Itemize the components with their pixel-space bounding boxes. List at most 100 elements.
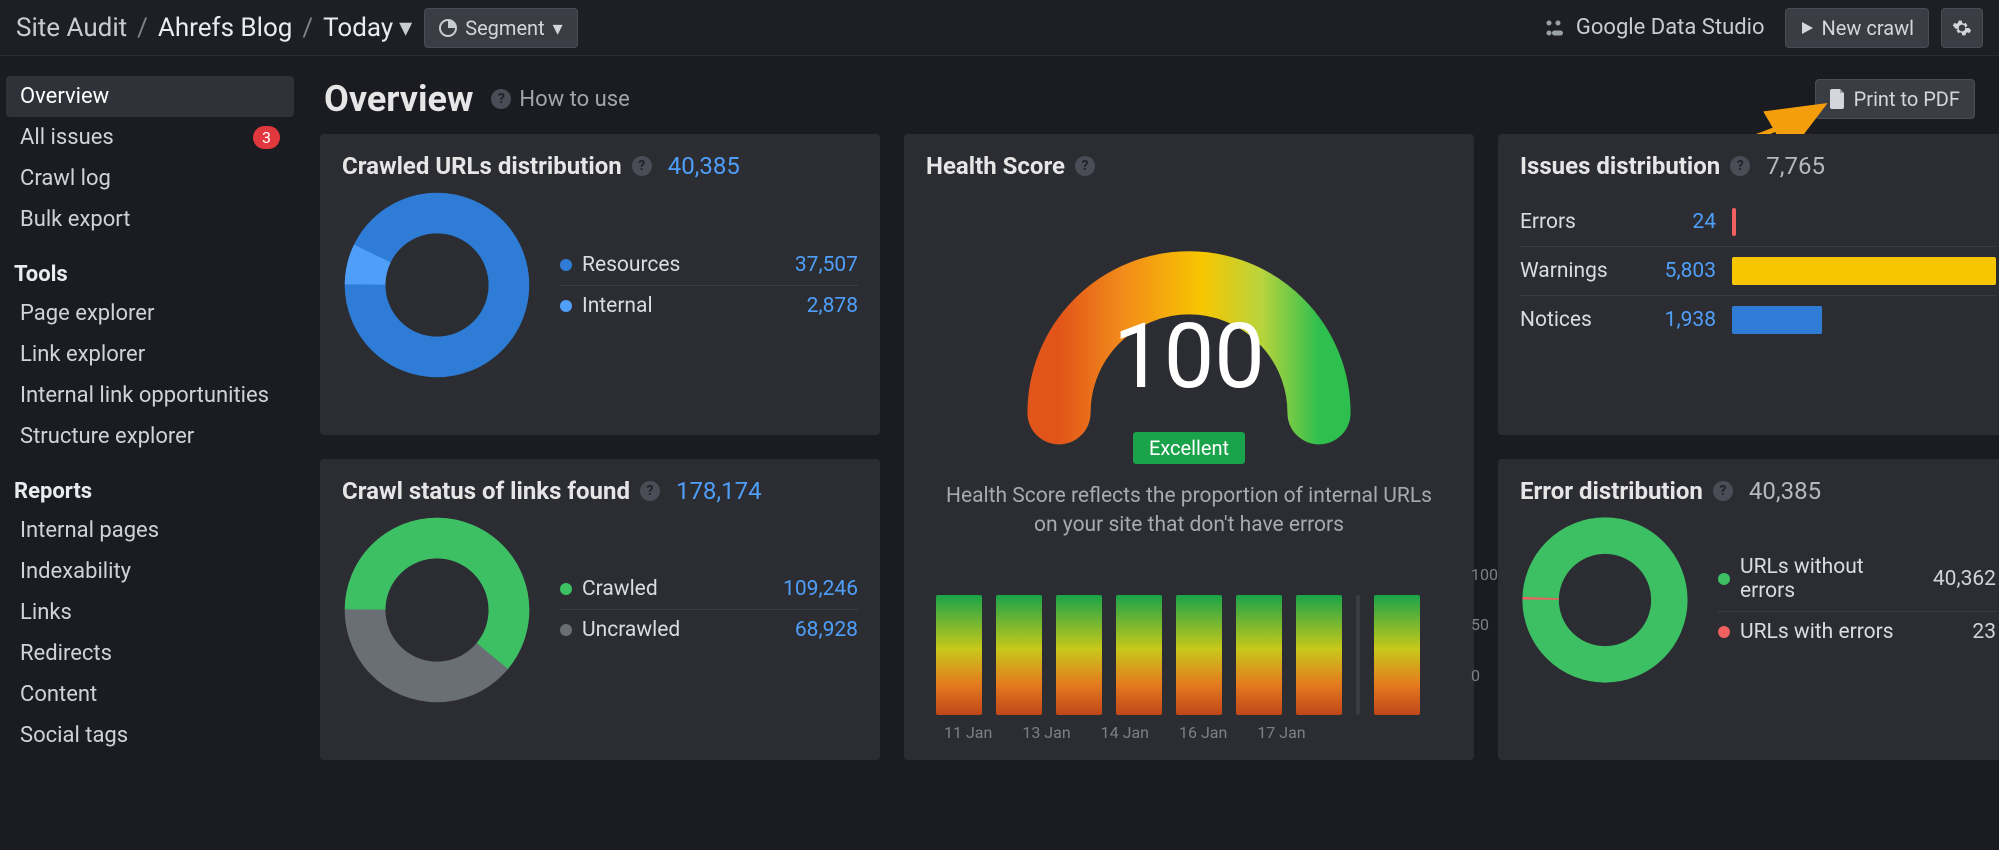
card-total: 7,765 <box>1766 152 1825 180</box>
legend-dot <box>1718 626 1730 638</box>
sidebar-item-label: Indexability <box>20 559 131 584</box>
main: Overview ? How to use Print to PDF Crawl… <box>300 56 1999 850</box>
legend-value: 23 <box>1972 620 1996 644</box>
sidebar-item-all-issues[interactable]: All issues 3 <box>6 117 294 158</box>
breadcrumb-sep: / <box>302 13 313 43</box>
sidebar-section-tools: Tools <box>0 240 300 293</box>
settings-button[interactable] <box>1941 8 1983 48</box>
hist-y-label: 50 <box>1471 615 1498 634</box>
sidebar-item-label: Bulk export <box>20 207 130 232</box>
card-health-score: Health Score ? <box>904 134 1474 760</box>
how-to-use-link[interactable]: ? How to use <box>491 87 629 112</box>
sidebar-item-internal-pages[interactable]: Internal pages <box>6 510 294 551</box>
new-crawl-label: New crawl <box>1822 16 1915 40</box>
legend-value: 2,878 <box>807 294 858 318</box>
breadcrumb-date-dropdown[interactable]: Today ▾ <box>323 13 412 43</box>
help-icon[interactable]: ? <box>1730 156 1750 176</box>
legend-row-resources[interactable]: Resources 37,507 <box>560 245 858 286</box>
issue-bar <box>1732 257 1996 285</box>
card-title: Crawl status of links found <box>342 477 630 505</box>
hist-date: 16 Jan <box>1179 723 1227 742</box>
legend-row-urls-without-errors[interactable]: URLs without errors 40,362 <box>1718 547 1996 612</box>
print-to-pdf-button[interactable]: Print to PDF <box>1815 79 1975 119</box>
legend-label: URLs with errors <box>1740 620 1962 644</box>
breadcrumb-project[interactable]: Ahrefs Blog <box>158 13 293 43</box>
help-icon[interactable]: ? <box>1075 156 1095 176</box>
new-crawl-button[interactable]: New crawl <box>1785 8 1930 48</box>
card-crawl-status: Crawl status of links found ? 178,174 Cr… <box>320 459 880 760</box>
issue-row-warnings[interactable]: Warnings 5,803 <box>1520 247 1996 296</box>
help-icon[interactable]: ? <box>632 156 652 176</box>
sidebar-item-internal-link-opportunities[interactable]: Internal link opportunities <box>6 375 294 416</box>
print-to-pdf-label: Print to PDF <box>1854 87 1960 111</box>
legend-row-crawled[interactable]: Crawled 109,246 <box>560 569 858 610</box>
sidebar-item-label: Crawl log <box>20 166 111 191</box>
issue-count: 1,938 <box>1646 308 1716 332</box>
issue-count: 5,803 <box>1646 259 1716 283</box>
hist-y-label: 0 <box>1471 666 1498 685</box>
segment-dropdown[interactable]: Segment ▾ <box>424 8 578 48</box>
google-data-studio-link[interactable]: Google Data Studio <box>1544 15 1765 40</box>
segment-label: Segment <box>465 16 544 40</box>
donut-chart-crawl-status <box>342 515 532 705</box>
card-total: 40,385 <box>1749 477 1821 505</box>
sidebar-item-content[interactable]: Content <box>6 674 294 715</box>
card-title: Health Score <box>926 152 1065 180</box>
sidebar-item-overview[interactable]: Overview <box>6 76 294 117</box>
legend-dot <box>560 624 572 636</box>
issue-label: Warnings <box>1520 259 1630 283</box>
issue-label: Notices <box>1520 308 1630 332</box>
how-to-use-label: How to use <box>519 87 629 112</box>
sidebar-item-redirects[interactable]: Redirects <box>6 633 294 674</box>
sidebar-item-crawl-log[interactable]: Crawl log <box>6 158 294 199</box>
sidebar-item-label: Internal link opportunities <box>20 383 269 408</box>
sidebar-item-social-tags[interactable]: Social tags <box>6 715 294 756</box>
legend-label: URLs without errors <box>1740 555 1923 603</box>
sidebar-item-label: Internal pages <box>20 518 159 543</box>
legend-value: 109,246 <box>783 577 858 601</box>
legend-dot <box>560 259 572 271</box>
legend-label: Crawled <box>582 577 773 601</box>
hist-date: 13 Jan <box>1022 723 1070 742</box>
hist-date: 14 Jan <box>1101 723 1149 742</box>
health-score-description: Health Score reflects the proportion of … <box>926 482 1452 541</box>
card-title: Error distribution <box>1520 477 1703 505</box>
data-studio-icon <box>1544 17 1566 39</box>
sidebar-item-label: All issues <box>20 125 114 150</box>
legend-value: 68,928 <box>795 618 858 642</box>
help-icon[interactable]: ? <box>640 481 660 501</box>
health-score-value: 100 <box>904 304 1474 409</box>
legend-dot <box>560 300 572 312</box>
health-history-chart: 100 50 0 <box>926 565 1452 715</box>
issue-row-notices[interactable]: Notices 1,938 <box>1520 296 1996 344</box>
pie-icon <box>439 19 457 37</box>
card-title: Crawled URLs distribution <box>342 152 622 180</box>
legend-label: Resources <box>582 253 785 277</box>
breadcrumb-sep: / <box>137 13 148 43</box>
breadcrumb-root[interactable]: Site Audit <box>16 13 127 43</box>
hist-date: 11 Jan <box>944 723 992 742</box>
sidebar-item-structure-explorer[interactable]: Structure explorer <box>6 416 294 457</box>
issues-count-badge: 3 <box>253 126 280 149</box>
legend-row-urls-with-errors[interactable]: URLs with errors 23 <box>1718 612 1996 652</box>
chevron-down-icon: ▾ <box>553 16 563 40</box>
sidebar-item-indexability[interactable]: Indexability <box>6 551 294 592</box>
card-total[interactable]: 40,385 <box>668 152 740 180</box>
card-error-distribution: Error distribution ? 40,385 URLs without… <box>1498 459 1999 760</box>
card-issues-distribution: Issues distribution ? 7,765 Errors 24 Wa… <box>1498 134 1999 435</box>
legend-row-internal[interactable]: Internal 2,878 <box>560 286 858 326</box>
sidebar-item-link-explorer[interactable]: Link explorer <box>6 334 294 375</box>
legend-row-uncrawled[interactable]: Uncrawled 68,928 <box>560 610 858 650</box>
issue-row-errors[interactable]: Errors 24 <box>1520 198 1996 247</box>
sidebar-item-links[interactable]: Links <box>6 592 294 633</box>
page-title: Overview <box>324 78 473 120</box>
card-total[interactable]: 178,174 <box>676 477 762 505</box>
sidebar-item-page-explorer[interactable]: Page explorer <box>6 293 294 334</box>
sidebar-item-bulk-export[interactable]: Bulk export <box>6 199 294 240</box>
issue-bar <box>1732 208 1736 236</box>
health-score-badge: Excellent <box>1133 432 1245 464</box>
hist-y-label: 100 <box>1471 565 1498 584</box>
help-icon[interactable]: ? <box>1713 481 1733 501</box>
donut-chart-crawled <box>342 190 532 380</box>
legend-dot <box>560 583 572 595</box>
